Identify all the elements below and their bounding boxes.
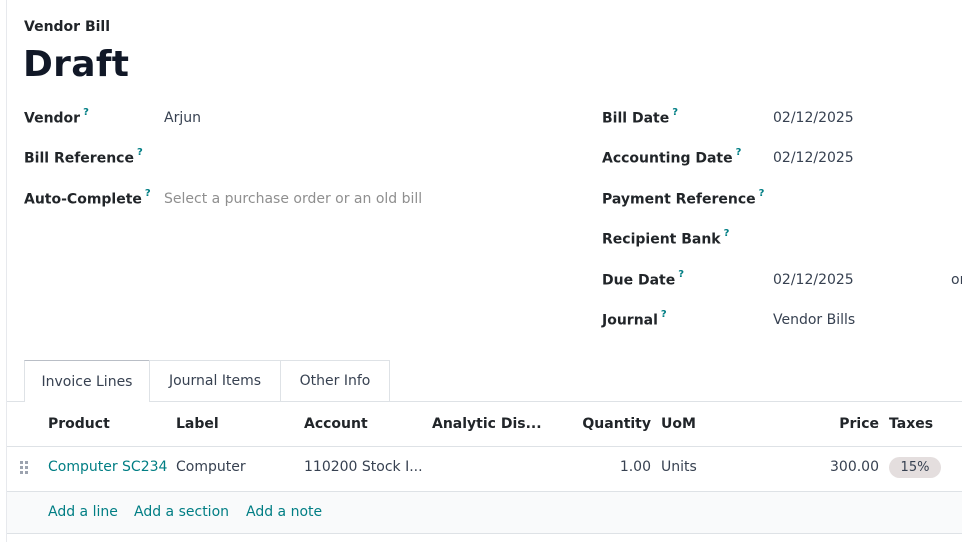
due-date-label: Due Date? <box>602 269 685 289</box>
due-date-or-label: or <box>951 272 962 288</box>
row-quantity[interactable]: 1.00 <box>567 459 651 475</box>
bill-date-field[interactable]: 02/12/2025 <box>773 110 854 126</box>
column-quantity[interactable]: Quantity <box>567 416 651 432</box>
journal-field[interactable]: Vendor Bills <box>773 312 855 328</box>
bill-reference-field[interactable] <box>164 150 424 168</box>
add-controls-row: Add a line Add a section Add a note <box>7 492 962 534</box>
due-date-field[interactable]: 02/12/2025 <box>773 272 854 288</box>
column-account[interactable]: Account <box>304 416 368 432</box>
column-taxes[interactable]: Taxes <box>889 416 933 432</box>
row-uom[interactable]: Units <box>661 459 741 475</box>
notebook-tabs: Invoice Lines Journal Items Other Info <box>7 360 962 402</box>
add-section-link[interactable]: Add a section <box>134 504 229 520</box>
invoice-lines-header: Product Label Account Analytic Dis... Qu… <box>7 402 962 447</box>
drag-handle-icon[interactable] <box>20 461 28 475</box>
help-tooltip-icon[interactable]: ? <box>736 147 742 158</box>
help-tooltip-icon[interactable]: ? <box>724 228 730 239</box>
payment-reference-field[interactable] <box>773 191 943 209</box>
add-line-link[interactable]: Add a line <box>48 504 118 520</box>
row-price[interactable]: 300.00 <box>787 459 879 475</box>
document-type-label: Vendor Bill <box>24 19 111 35</box>
accounting-date-field[interactable]: 02/12/2025 <box>773 150 854 166</box>
row-account[interactable]: 110200 Stock I... <box>304 459 428 475</box>
help-tooltip-icon[interactable]: ? <box>759 188 765 199</box>
tab-other-info[interactable]: Other Info <box>280 360 390 401</box>
vendor-field[interactable]: Arjun <box>164 110 201 126</box>
accounting-date-label: Accounting Date? <box>602 147 742 167</box>
help-tooltip-icon[interactable]: ? <box>137 147 143 158</box>
column-analytic-distribution[interactable]: Analytic Dis... <box>432 416 542 432</box>
tax-badge[interactable]: 15% <box>889 457 941 478</box>
recipient-bank-field[interactable] <box>773 231 943 249</box>
column-product[interactable]: Product <box>48 416 110 432</box>
document-state-title: Draft <box>23 44 130 85</box>
table-row[interactable]: Computer SC234 Computer 110200 Stock I..… <box>7 447 962 492</box>
recipient-bank-label: Recipient Bank? <box>602 228 730 248</box>
bill-date-label: Bill Date? <box>602 107 679 127</box>
tab-invoice-lines[interactable]: Invoice Lines <box>24 360 150 402</box>
auto-complete-field[interactable]: Select a purchase order or an old bill <box>164 191 422 207</box>
tab-journal-items[interactable]: Journal Items <box>149 360 281 401</box>
add-note-link[interactable]: Add a note <box>246 504 322 520</box>
journal-label: Journal? <box>602 309 667 329</box>
help-tooltip-icon[interactable]: ? <box>83 107 89 118</box>
form-sheet: Vendor Bill Draft Vendor? Arjun Bill Ref… <box>6 0 962 542</box>
column-uom[interactable]: UoM <box>661 416 696 432</box>
help-tooltip-icon[interactable]: ? <box>145 188 151 199</box>
column-label[interactable]: Label <box>176 416 219 432</box>
column-price[interactable]: Price <box>807 416 879 432</box>
help-tooltip-icon[interactable]: ? <box>661 309 667 320</box>
row-product[interactable]: Computer SC234 <box>48 459 172 475</box>
help-tooltip-icon[interactable]: ? <box>678 269 684 280</box>
auto-complete-label: Auto-Complete? <box>24 188 151 208</box>
help-tooltip-icon[interactable]: ? <box>672 107 678 118</box>
vendor-label: Vendor? <box>24 107 89 127</box>
payment-reference-label: Payment Reference? <box>602 188 765 208</box>
row-label[interactable]: Computer <box>176 459 300 475</box>
bill-reference-label: Bill Reference? <box>24 147 143 167</box>
